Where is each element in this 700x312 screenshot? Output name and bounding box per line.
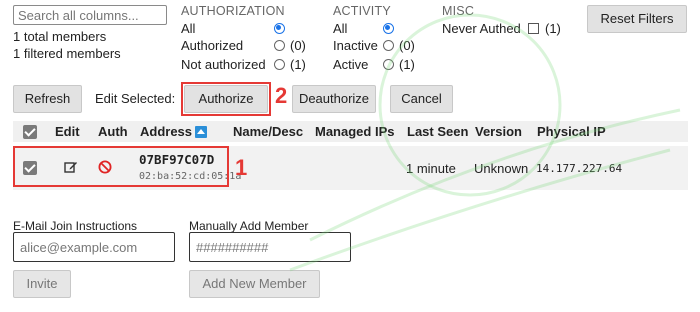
cancel-button[interactable]: Cancel [390, 85, 453, 113]
version-value: Unknown [474, 161, 529, 176]
activity-filter-all-radio[interactable] [383, 23, 394, 34]
add-new-member-button[interactable]: Add New Member [189, 270, 320, 298]
never-authed-checkbox[interactable] [528, 23, 539, 34]
never-authed-label: Never Authed [442, 21, 521, 36]
deauthorize-button[interactable]: Deauthorize [292, 85, 376, 113]
authorization-filter-heading: AUTHORIZATION [181, 4, 285, 18]
annotation-box-1 [13, 146, 229, 187]
auth-filter-authorized-radio[interactable] [274, 40, 285, 51]
search-input[interactable] [13, 5, 167, 25]
reset-filters-button[interactable]: Reset Filters [587, 5, 687, 33]
filtered-members-count: 1 filtered members [13, 46, 121, 61]
last-seen-value: 1 minute [406, 161, 456, 176]
auth-filter-all-radio[interactable] [274, 23, 285, 34]
total-members-count: 1 total members [13, 29, 107, 44]
edit-selected-label: Edit Selected: [95, 91, 176, 106]
column-header-last-seen[interactable]: Last Seen [407, 124, 468, 139]
physical-ip-value: 14.177.227.64 [536, 162, 623, 175]
auth-filter-authorized-label: Authorized [181, 38, 244, 53]
activity-filter-active-label: Active [333, 57, 369, 72]
auth-filter-not-authorized-count: (1) [290, 57, 306, 72]
column-header-auth[interactable]: Auth [98, 124, 128, 139]
auth-filter-authorized-count: (0) [290, 38, 306, 53]
activity-filter-inactive-count: (0) [399, 38, 415, 53]
column-header-physical-ip[interactable]: Physical IP [537, 124, 606, 139]
misc-filter-heading: MISC [442, 4, 475, 18]
annotation-number-2: 2 [275, 83, 288, 108]
never-authed-count: (1) [545, 21, 561, 36]
auth-filter-not-authorized-label: Not authorized [181, 57, 266, 72]
column-header-name[interactable]: Name/Desc [233, 124, 303, 139]
activity-filter-active-count: (1) [399, 57, 415, 72]
auth-filter-not-authorized-radio[interactable] [274, 59, 285, 70]
annotation-number-1: 1 [235, 155, 248, 180]
column-header-version[interactable]: Version [475, 124, 522, 139]
annotation-box-2 [181, 82, 271, 116]
auth-filter-all-label: All [181, 21, 196, 36]
sort-ascending-icon[interactable] [195, 126, 207, 138]
activity-filter-inactive-radio[interactable] [383, 40, 394, 51]
activity-filter-heading: ACTIVITY [333, 4, 391, 18]
invite-button[interactable]: Invite [13, 270, 71, 298]
column-header-managed-ips[interactable]: Managed IPs [315, 124, 394, 139]
activity-filter-active-radio[interactable] [383, 59, 394, 70]
email-join-label: E-Mail Join Instructions [13, 219, 138, 233]
select-all-checkbox[interactable] [23, 125, 37, 139]
column-header-edit[interactable]: Edit [55, 124, 80, 139]
activity-filter-inactive-label: Inactive [333, 38, 378, 53]
activity-filter-all-label: All [333, 21, 348, 36]
add-member-label: Manually Add Member [189, 219, 309, 233]
column-header-address[interactable]: Address [140, 124, 192, 139]
refresh-button[interactable]: Refresh [13, 85, 82, 113]
add-member-input[interactable] [189, 232, 351, 262]
email-join-input[interactable] [13, 232, 175, 262]
